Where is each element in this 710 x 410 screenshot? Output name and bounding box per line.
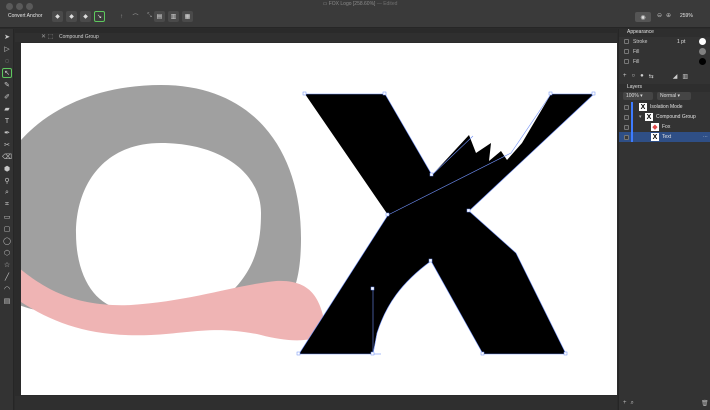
- pen-tool-icon[interactable]: ✒: [2, 128, 12, 138]
- close-window-button[interactable]: [6, 3, 13, 10]
- context-bar: ✕ ⬚ Compound Group: [15, 33, 617, 42]
- appearance-row-fill-1[interactable]: Fill: [619, 47, 710, 57]
- brush-icon[interactable]: ◢: [673, 73, 678, 80]
- x-letter-shape[interactable]: [299, 94, 594, 354]
- layer-selection-bar: [631, 112, 633, 122]
- zoom-in-icon[interactable]: ⊕: [666, 12, 671, 19]
- corner-tool-icon[interactable]: ↖: [2, 68, 12, 78]
- right-panel: Appearance Stroke 1 pt Fill Fill + ○ ● ⇆…: [618, 29, 710, 410]
- fill-visibility-checkbox[interactable]: [624, 59, 629, 64]
- join-curve-button[interactable]: ⌒: [130, 11, 141, 22]
- align-left-button[interactable]: ▤: [154, 11, 165, 22]
- context-label: Compound Group: [59, 34, 99, 40]
- brush-tool-icon[interactable]: ✎: [2, 80, 12, 90]
- eraser-tool-icon[interactable]: ⌫: [2, 152, 12, 162]
- zoom-controls: ⊖ ⊕: [657, 12, 671, 19]
- arc-tool-icon[interactable]: ◠: [2, 284, 12, 294]
- delete-layer-icon[interactable]: 🗑: [701, 400, 709, 407]
- polygon-tool-icon[interactable]: ⬡: [2, 248, 12, 258]
- zoom-tool-icon[interactable]: ⌕: [2, 188, 12, 198]
- zoom-level[interactable]: 259%: [680, 13, 693, 19]
- maximize-window-button[interactable]: [26, 3, 33, 10]
- gray-ring-shape[interactable]: [21, 85, 301, 313]
- circle-outline-icon[interactable]: ○: [632, 73, 636, 80]
- sharp-node-button[interactable]: ◆: [52, 11, 63, 22]
- layer-thumbnail: X: [639, 103, 647, 111]
- fill-tool-icon[interactable]: ▰: [2, 104, 12, 114]
- artboard-tool-icon[interactable]: ▤: [2, 296, 12, 306]
- swap-icon[interactable]: ⇆: [649, 73, 654, 80]
- break-curve-button[interactable]: ↑: [116, 11, 127, 22]
- layer-visibility-checkbox[interactable]: [624, 105, 629, 110]
- layer-visibility-checkbox[interactable]: [624, 135, 629, 140]
- trash-icon[interactable]: ▥: [682, 73, 688, 80]
- rectangle-tool-icon[interactable]: ▭: [2, 212, 12, 222]
- appearance-row-fill-2[interactable]: Fill: [619, 57, 710, 67]
- shape-builder-tool-icon[interactable]: ⬢: [2, 164, 12, 174]
- convert-node-button[interactable]: ↘: [94, 11, 105, 22]
- layers-header[interactable]: Layers: [619, 84, 710, 92]
- layer-selection-bar: [631, 122, 633, 132]
- layer-row[interactable]: ◆ Fox: [619, 122, 710, 132]
- eyedropper-tool-icon[interactable]: ⚲: [2, 176, 12, 186]
- move-tool-icon[interactable]: ➤: [2, 32, 12, 42]
- appearance-actions: + ○ ● ⇆ ◢ ▥: [623, 73, 688, 80]
- lasso-tool-icon[interactable]: ◌: [2, 56, 12, 66]
- ellipse-tool-icon[interactable]: ◯: [2, 236, 12, 246]
- text-tool-icon[interactable]: T: [2, 116, 12, 126]
- crop-tool-icon[interactable]: ⌗: [2, 200, 12, 210]
- document-icon: ▭: [322, 1, 328, 7]
- stroke-color-swatch[interactable]: [699, 38, 706, 45]
- layer-row[interactable]: X Isolation Mode: [619, 102, 710, 112]
- fox-thumbnail-icon: ◆: [651, 123, 659, 131]
- line-tool-icon[interactable]: ╱: [2, 272, 12, 282]
- fill-visibility-checkbox[interactable]: [624, 49, 629, 54]
- align-center-button[interactable]: ▥: [168, 11, 179, 22]
- layer-options-icon[interactable]: ⋯: [703, 134, 708, 140]
- layer-visibility-checkbox[interactable]: [624, 125, 629, 130]
- search-icon[interactable]: ⌕: [631, 400, 634, 407]
- layer-row-selected[interactable]: X Text ⋯: [619, 132, 710, 142]
- fill-color-swatch[interactable]: [699, 48, 706, 55]
- layer-selection-bar: [631, 132, 633, 142]
- status-bar: [15, 396, 617, 410]
- layers-actions: + ⌕: [623, 400, 634, 407]
- layer-selection-bar: [631, 102, 633, 112]
- disclosure-chevron-icon[interactable]: ▾: [639, 114, 642, 120]
- pencil-tool-icon[interactable]: ✐: [2, 92, 12, 102]
- minimize-window-button[interactable]: [16, 3, 23, 10]
- isolate-icon[interactable]: ✕ ⬚: [41, 33, 53, 40]
- node-tool-icon[interactable]: ▷: [2, 44, 12, 54]
- blend-mode-dropdown[interactable]: Normal ▾: [657, 92, 691, 100]
- text-thumbnail-icon: X: [651, 133, 659, 141]
- smart-node-button[interactable]: ◆: [80, 11, 91, 22]
- circle-fill-icon[interactable]: ●: [640, 73, 644, 80]
- rounded-rect-tool-icon[interactable]: ▢: [2, 224, 12, 234]
- opacity-dropdown[interactable]: 100% ▾: [623, 92, 653, 100]
- artwork: [21, 85, 596, 356]
- star-tool-icon[interactable]: ☆: [2, 260, 12, 270]
- smooth-node-button[interactable]: ◆: [66, 11, 77, 22]
- align-right-button[interactable]: ▦: [182, 11, 193, 22]
- scissors-tool-icon[interactable]: ✂: [2, 140, 12, 150]
- top-toolbar: ▭ FOX Logo [258.60%] — Edited Convert An…: [0, 0, 710, 28]
- layer-thumbnail: X: [645, 113, 653, 121]
- node-type-group: ◆ ◆ ◆ ↘: [52, 11, 105, 22]
- stroke-visibility-checkbox[interactable]: [624, 39, 629, 44]
- add-layer-icon[interactable]: +: [623, 400, 627, 407]
- align-group: ▤ ▥ ▦: [154, 11, 193, 22]
- layer-visibility-checkbox[interactable]: [624, 115, 629, 120]
- add-icon[interactable]: +: [623, 73, 627, 80]
- appearance-row-stroke[interactable]: Stroke 1 pt: [619, 37, 710, 47]
- tools-panel: ➤ ▷ ◌ ↖ ✎ ✐ ▰ T ✒ ✂ ⌫ ⬢ ⚲ ⌕ ⌗ ▭ ▢ ◯ ⬡ ☆ …: [0, 29, 14, 410]
- mode-label: Convert Anchor: [8, 13, 43, 19]
- view-mode-button[interactable]: ◉: [635, 12, 651, 22]
- layer-row[interactable]: ▾ X Compound Group: [619, 112, 710, 122]
- fill-color-swatch[interactable]: [699, 58, 706, 65]
- canvas[interactable]: [21, 43, 617, 395]
- node-action-group: ↑ ⌒ ⤡: [116, 11, 155, 22]
- zoom-out-icon[interactable]: ⊖: [657, 12, 662, 19]
- appearance-header[interactable]: Appearance: [619, 29, 710, 37]
- document-title: ▭ FOX Logo [258.60%] — Edited: [322, 1, 398, 7]
